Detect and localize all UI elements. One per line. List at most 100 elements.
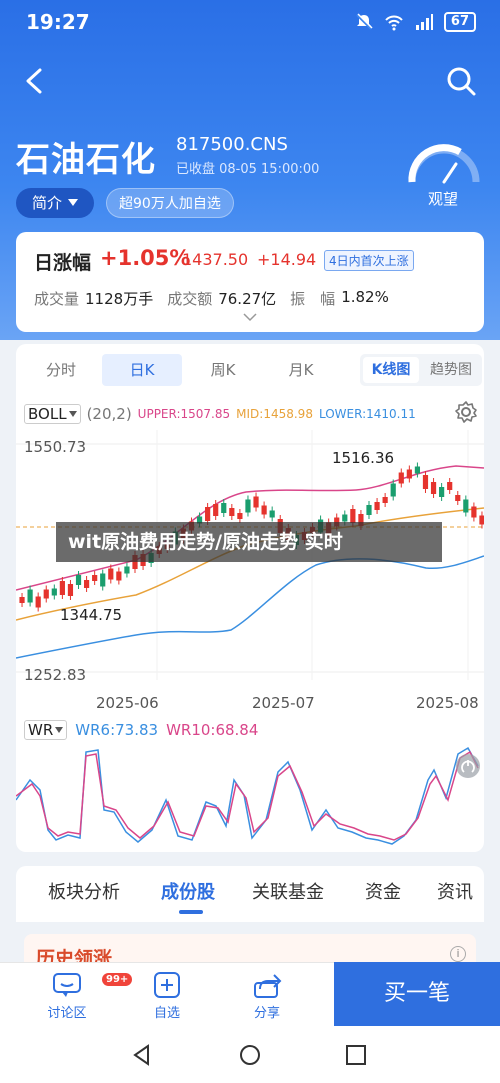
high-price-label: 1516.36	[332, 449, 395, 467]
tab-sector-analysis[interactable]: 板块分析	[48, 878, 120, 904]
candle-body	[430, 482, 437, 494]
candle-body	[406, 469, 412, 479]
caret-down-icon	[55, 727, 64, 733]
tab-intraday[interactable]: 分时	[26, 354, 96, 386]
unread-badge: 99+	[102, 973, 133, 986]
intro-button[interactable]: 简介	[16, 188, 95, 218]
candle-body	[67, 584, 74, 596]
tab-monthly-k[interactable]: 月K	[266, 354, 336, 386]
discussion-label: 讨论区	[47, 1006, 87, 1021]
candle-body	[269, 510, 275, 518]
nav-home-circle-icon[interactable]	[238, 1043, 262, 1067]
nav-back-triangle-icon[interactable]	[130, 1043, 154, 1067]
y-axis-bottom-label: 1252.83	[24, 666, 87, 684]
candle-body	[455, 495, 461, 501]
status-icons: 67	[354, 12, 476, 32]
amplitude-value: 1.82%	[341, 288, 389, 306]
chat-bubble-icon	[53, 973, 81, 997]
expand-chevron-icon[interactable]	[242, 312, 258, 322]
add-square-icon	[154, 972, 180, 998]
candle-body	[390, 483, 396, 497]
boll-mid-value: MID:1458.98	[236, 407, 313, 421]
price-change: +14.94	[257, 250, 317, 269]
watchlist-count-badge[interactable]: 超90万人加自选	[106, 188, 234, 218]
indicator-select[interactable]: BOLL	[24, 404, 81, 424]
amplitude-label: 振 幅	[290, 290, 336, 308]
intro-label: 简介	[32, 194, 63, 212]
candle-body	[213, 504, 219, 516]
headline-banner[interactable]: wit原油费用走势/原油走势 实时	[56, 522, 442, 562]
tab-constituents[interactable]: 成份股	[161, 878, 215, 904]
candle-body	[253, 496, 259, 508]
candle-body	[245, 499, 251, 513]
amount-value: 76.27亿	[218, 290, 277, 308]
x-axis-label-july: 2025-07	[252, 694, 315, 712]
low-price-label: 1344.75	[60, 606, 123, 624]
active-tab-indicator	[179, 910, 203, 914]
add-watchlist-button[interactable]: 自选	[132, 971, 202, 1021]
stock-code: 817500.CNS	[176, 134, 288, 155]
volume-label: 成交量	[34, 290, 80, 308]
status-time: 19:27	[26, 10, 90, 34]
candle-body	[35, 596, 41, 608]
chart-mode-toggle: K线图 趋势图	[360, 354, 482, 386]
candle-body	[221, 503, 227, 513]
candle-body	[229, 508, 235, 516]
quote-card: 日涨幅 +1.05% 1437.50 +14.94 4日内首次上涨 成交量 11…	[16, 232, 484, 332]
wr-indicator-select[interactable]: WR	[24, 720, 68, 740]
boll-lower-value: LOWER:1410.11	[318, 407, 416, 421]
last-price: 1437.50	[182, 250, 249, 269]
candle-body	[422, 475, 429, 489]
gear-icon[interactable]	[454, 400, 478, 424]
discussion-button[interactable]: 讨论区 99+	[32, 971, 133, 1021]
candle-body	[261, 505, 267, 515]
section-tabs: 板块分析 成份股 关联基金 资金 资讯	[16, 866, 484, 922]
candle-body	[350, 509, 356, 523]
chart-card: 分时 日K 周K 月K K线图 趋势图 BOLL (20,2) UPPER:15…	[16, 344, 484, 852]
market-status: 已收盘 08-05 15:00:00	[176, 162, 320, 177]
candle-body	[27, 589, 33, 603]
candle-body	[92, 575, 98, 581]
y-axis-top-label: 1550.73	[24, 438, 87, 456]
mute-bell-icon	[356, 13, 373, 30]
tab-news[interactable]: 资讯	[437, 878, 473, 904]
candle-body	[342, 514, 348, 522]
amount-label: 成交额	[167, 290, 213, 308]
nav-recents-square-icon[interactable]	[344, 1043, 368, 1067]
kline-mode-button[interactable]: K线图	[363, 357, 419, 383]
system-navigation-bar	[0, 1026, 500, 1083]
wr-indicator-chart[interactable]	[16, 740, 484, 850]
watchlist-label: 自选	[153, 1006, 180, 1021]
wr-legend: WR WR6:73.83 WR10:68.84	[24, 720, 258, 740]
stock-name: 石油石化	[16, 140, 156, 180]
share-label: 分享	[253, 1006, 280, 1021]
tab-capital[interactable]: 资金	[365, 878, 401, 904]
signal-icon	[415, 14, 433, 30]
daily-change-pct: +1.05%	[100, 246, 191, 270]
trend-mode-button[interactable]: 趋势图	[422, 357, 480, 383]
tab-related-funds[interactable]: 关联基金	[252, 878, 324, 904]
candle-body	[237, 513, 243, 519]
share-button[interactable]: 分享	[232, 971, 302, 1021]
candle-body	[471, 506, 477, 518]
candle-body	[100, 573, 106, 587]
x-axis-label-june: 2025-06	[96, 694, 159, 712]
tab-weekly-k[interactable]: 周K	[188, 354, 258, 386]
info-icon[interactable]: i	[450, 946, 466, 962]
volume-value: 1128万手	[85, 290, 154, 308]
sentiment-label: 观望	[428, 190, 459, 208]
trend-badge: 4日内首次上涨	[324, 250, 414, 271]
candle-body	[19, 597, 25, 603]
back-arrow-icon[interactable]	[18, 64, 52, 98]
search-icon[interactable]	[444, 64, 478, 98]
indicator-name: BOLL	[28, 405, 67, 423]
indicator-params: (20,2)	[86, 405, 132, 423]
quote-stats-row: 成交量 1128万手 成交额 76.27亿 振 幅 1.82%	[34, 288, 403, 309]
candle-body	[108, 568, 114, 580]
candle-body	[124, 566, 130, 574]
wr6-value: WR6:73.83	[75, 721, 159, 739]
wr-indicator-name: WR	[28, 721, 54, 739]
tab-daily-k[interactable]: 日K	[102, 354, 182, 386]
candle-body	[43, 589, 49, 599]
buy-button[interactable]: 买一笔	[334, 962, 500, 1026]
